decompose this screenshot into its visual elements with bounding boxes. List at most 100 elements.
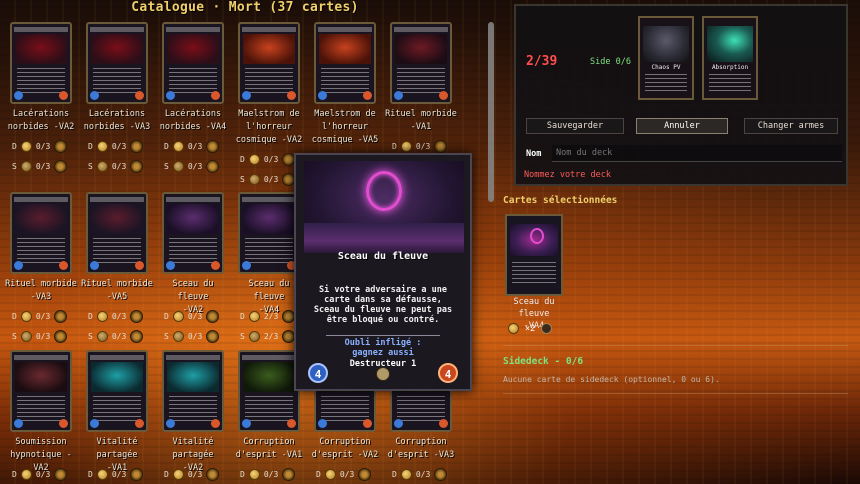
side-letter: S xyxy=(240,332,245,341)
attack-gem-icon xyxy=(166,91,175,100)
catalog-card[interactable]: Maelstrom de l'horreur cosmique -VA5 xyxy=(308,22,382,147)
card-image[interactable] xyxy=(314,22,376,104)
selected-card[interactable] xyxy=(505,214,563,296)
coin-icon[interactable] xyxy=(96,311,108,322)
add-to-deck-icon[interactable] xyxy=(434,140,448,153)
add-to-deck-icon[interactable] xyxy=(130,310,144,323)
attack-gem-icon xyxy=(242,419,251,428)
add-to-deck-icon[interactable] xyxy=(54,310,68,323)
add-to-deck-icon[interactable] xyxy=(358,468,372,481)
add-to-side-icon[interactable] xyxy=(54,160,68,173)
catalog-card[interactable]: Rituel morbide -VA1 xyxy=(384,22,458,134)
catalog-scrollbar[interactable] xyxy=(488,22,494,202)
coin-icon[interactable] xyxy=(400,469,412,480)
catalog-card[interactable]: Vitalité partagée -VA1 xyxy=(80,350,154,475)
attack-gem-icon xyxy=(166,419,175,428)
card-image[interactable] xyxy=(162,350,224,432)
catalog-card[interactable]: Soumission hypnotique -VA2 xyxy=(4,350,78,475)
card-text xyxy=(321,396,369,422)
attack-gem-icon xyxy=(242,91,251,100)
add-to-deck-icon[interactable] xyxy=(282,468,296,481)
cancel-button[interactable]: Annuler xyxy=(636,118,728,134)
add-to-deck-icon[interactable] xyxy=(206,140,220,153)
coin-icon[interactable] xyxy=(400,141,412,152)
deck-letter: D xyxy=(164,470,169,479)
catalog-card[interactable]: Maelstrom de l'horreur cosmique -VA2 xyxy=(232,22,306,147)
add-to-side-icon[interactable] xyxy=(206,160,220,173)
catalog-card[interactable]: Vitalité partagée -VA2 xyxy=(156,350,230,475)
card-image[interactable] xyxy=(10,22,72,104)
add-to-side-icon[interactable] xyxy=(130,330,144,343)
card-image[interactable] xyxy=(86,350,148,432)
coin-icon[interactable] xyxy=(20,331,32,342)
coin-icon[interactable] xyxy=(96,161,108,172)
add-to-side-icon[interactable] xyxy=(206,330,220,343)
coin-icon[interactable] xyxy=(248,174,260,185)
deck-card-thumb[interactable]: Absorption xyxy=(702,16,758,100)
coin-icon[interactable] xyxy=(248,331,260,342)
side-add-row: S 0/3 xyxy=(88,330,144,343)
coin-icon[interactable] xyxy=(96,469,108,480)
catalog-card[interactable]: Rituel morbide -VA3 xyxy=(4,192,78,304)
card-image[interactable] xyxy=(86,22,148,104)
add-to-deck-icon[interactable] xyxy=(206,468,220,481)
remove-coin-icon[interactable] xyxy=(508,323,519,334)
coin-icon[interactable] xyxy=(248,469,260,480)
coin-icon[interactable] xyxy=(20,141,32,152)
side-add-row: S 0/3 xyxy=(12,160,68,173)
side-add-row: S 2/3 xyxy=(240,330,296,343)
card-image[interactable] xyxy=(238,350,300,432)
card-image[interactable] xyxy=(238,192,300,274)
add-coin-icon[interactable] xyxy=(541,323,553,334)
card-image[interactable] xyxy=(10,192,72,274)
defense-gem-icon xyxy=(211,419,220,428)
catalog-card[interactable]: Lacérations norbides -VA2 xyxy=(4,22,78,134)
coin-icon[interactable] xyxy=(172,161,184,172)
coin-icon[interactable] xyxy=(20,311,32,322)
card-image[interactable] xyxy=(162,192,224,274)
coin-icon[interactable] xyxy=(248,154,260,165)
add-to-deck-icon[interactable] xyxy=(206,310,220,323)
change-weapons-button[interactable]: Changer armes xyxy=(744,118,838,134)
catalog-card[interactable]: Sceau du fleuve -VA2 xyxy=(156,192,230,317)
card-image[interactable] xyxy=(390,22,452,104)
coin-icon[interactable] xyxy=(20,469,32,480)
add-to-deck-icon[interactable] xyxy=(54,140,68,153)
coin-icon[interactable] xyxy=(172,469,184,480)
catalog-card[interactable]: Lacérations norbides -VA3 xyxy=(80,22,154,134)
card-name: Rituel morbide -VA3 xyxy=(4,278,78,304)
coin-icon[interactable] xyxy=(172,331,184,342)
coin-icon[interactable] xyxy=(248,311,260,322)
card-image[interactable] xyxy=(238,22,300,104)
card-name-line: norbides -VA3 xyxy=(83,122,151,132)
deck-add-row: D 2/3 xyxy=(240,310,296,323)
add-to-side-icon[interactable] xyxy=(54,330,68,343)
add-to-deck-icon[interactable] xyxy=(130,468,144,481)
coin-icon[interactable] xyxy=(96,331,108,342)
add-to-side-icon[interactable] xyxy=(130,160,144,173)
add-to-deck-icon[interactable] xyxy=(434,468,448,481)
catalog-card[interactable]: Lacérations norbides -VA4 xyxy=(156,22,230,134)
coin-icon[interactable] xyxy=(324,469,336,480)
add-to-deck-icon[interactable] xyxy=(54,468,68,481)
deck-name-input[interactable] xyxy=(552,145,842,162)
deck-card-thumb[interactable]: Chaos PV xyxy=(638,16,694,100)
card-name-line: d'esprit -VA3 xyxy=(387,450,455,460)
add-to-deck-icon[interactable] xyxy=(130,140,144,153)
coin-icon[interactable] xyxy=(172,141,184,152)
card-name: Lacérations norbides -VA4 xyxy=(156,108,230,134)
catalog-card[interactable]: Rituel morbide -VA5 xyxy=(80,192,154,304)
owned-count: 0/3 xyxy=(111,162,127,171)
save-button[interactable]: Sauvegarder xyxy=(526,118,624,134)
coin-icon[interactable] xyxy=(20,161,32,172)
card-text xyxy=(17,396,65,422)
side-letter: S xyxy=(88,162,93,171)
owned-count: 0/3 xyxy=(263,155,279,164)
card-name: Rituel morbide -VA5 xyxy=(80,278,154,304)
card-image[interactable] xyxy=(162,22,224,104)
coin-icon[interactable] xyxy=(172,311,184,322)
card-name: Maelstrom de l'horreur cosmique -VA5 xyxy=(308,108,382,147)
coin-icon[interactable] xyxy=(96,141,108,152)
card-image[interactable] xyxy=(10,350,72,432)
card-image[interactable] xyxy=(86,192,148,274)
